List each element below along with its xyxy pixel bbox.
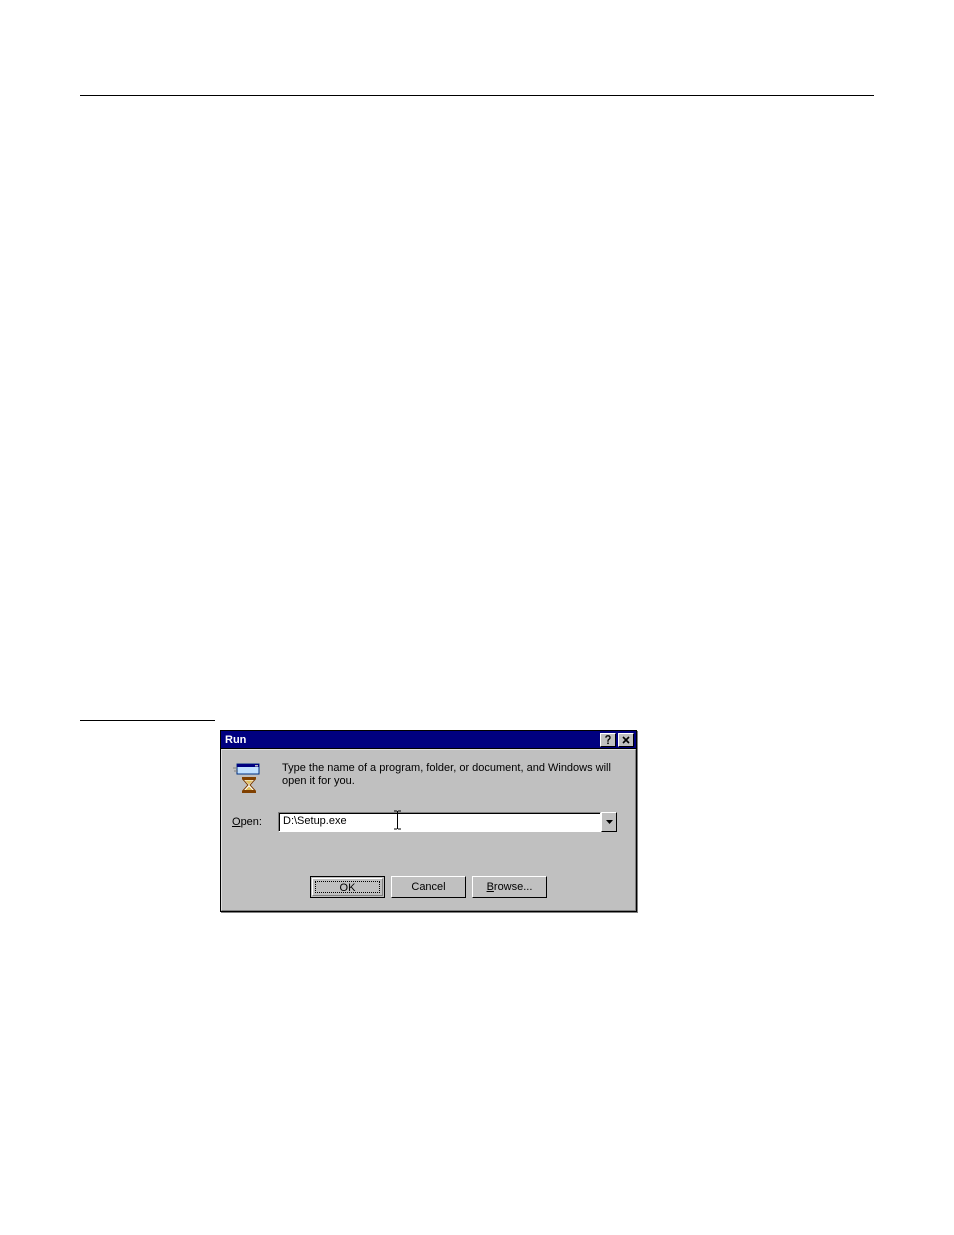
open-combo: D:\Setup.exe xyxy=(278,812,617,832)
close-button[interactable] xyxy=(618,733,634,747)
page-header-rule xyxy=(80,95,874,96)
close-icon xyxy=(621,735,631,745)
run-dialog: Run xyxy=(220,730,637,912)
help-icon xyxy=(603,735,613,745)
open-input[interactable]: D:\Setup.exe xyxy=(278,812,601,832)
titlebar-title: Run xyxy=(225,734,598,746)
titlebar: Run xyxy=(221,731,636,749)
open-input-value: D:\Setup.exe xyxy=(283,815,347,827)
browse-button[interactable]: Browse... xyxy=(472,876,547,898)
text-cursor-icon xyxy=(394,810,401,830)
ok-button[interactable]: OK xyxy=(310,876,385,898)
help-button[interactable] xyxy=(600,733,616,747)
open-dropdown-button[interactable] xyxy=(601,812,617,832)
run-icon xyxy=(233,763,265,795)
dialog-body: Type the name of a program, folder, or d… xyxy=(221,749,636,911)
open-label: Open: xyxy=(232,816,262,828)
cancel-button[interactable]: Cancel xyxy=(391,876,466,898)
button-row: OK Cancel Browse... xyxy=(222,876,635,898)
run-message: Type the name of a program, folder, or d… xyxy=(282,762,615,788)
chevron-down-icon xyxy=(606,820,613,824)
separator-rule xyxy=(80,720,215,721)
